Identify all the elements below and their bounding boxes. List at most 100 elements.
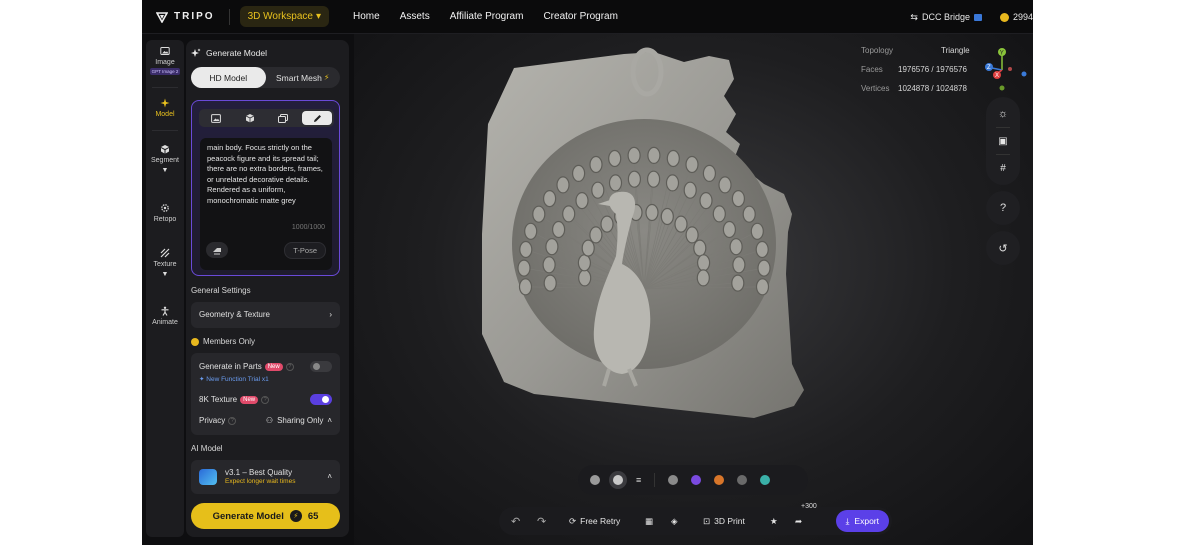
brand-logo[interactable]: TRIPO (156, 11, 215, 23)
rail-divider (152, 130, 178, 131)
rail-divider (152, 87, 178, 88)
nav-affiliate-program[interactable]: Affiliate Program (450, 11, 524, 22)
history-button[interactable]: ↺ (986, 231, 1020, 265)
feather-eye (556, 176, 570, 194)
prompt-assist-button[interactable] (206, 242, 228, 258)
workspace-dropdown[interactable]: 3D Workspace ▾ (239, 6, 329, 27)
texture-8k-title: 8K Texture New ? (199, 395, 270, 404)
3d-print-button[interactable]: ⊡ 3D Print (703, 516, 745, 527)
nav-creator-program[interactable]: Creator Program (543, 11, 617, 22)
prompt-textarea[interactable]: main body. Focus strictly on the peacock… (200, 138, 332, 270)
geometry-texture-label: Geometry & Texture (199, 310, 270, 319)
magic-eraser-icon (213, 247, 221, 254)
mode-3d-model[interactable] (235, 111, 265, 125)
generate-in-parts-toggle[interactable] (310, 361, 332, 372)
ar-view-icon[interactable]: ◈ (671, 516, 678, 527)
material-selected-swatch[interactable] (613, 475, 623, 485)
privacy-dropdown[interactable]: ⚇ Sharing Only ˄ (266, 416, 332, 425)
feather-eye (697, 254, 711, 272)
rail-item-texture[interactable]: Texture ▼ (146, 248, 184, 278)
redo-icon[interactable]: ↷ (537, 515, 546, 528)
help-icon[interactable]: ? (285, 362, 294, 371)
favorite-star-icon[interactable]: ★ (770, 516, 778, 527)
feather-eye (518, 278, 533, 296)
mode-text[interactable] (302, 111, 333, 125)
feather-eye (722, 220, 736, 239)
camera-icon[interactable]: ▣ (998, 128, 1007, 154)
view-tool-group: ☼ ▣ # (986, 97, 1020, 185)
prompt-text[interactable]: main body. Focus strictly on the peacock… (207, 143, 325, 206)
texture-8k-label: 8K Texture (199, 395, 238, 404)
tpose-button[interactable]: T-Pose (284, 242, 326, 259)
dcc-bridge-button[interactable]: ⇆ DCC Bridge (910, 12, 982, 23)
feather-eye (685, 155, 699, 174)
feather-eye (627, 170, 641, 188)
history-icon: ↺ (998, 242, 1008, 255)
generate-model-button[interactable]: Generate Model ⚡ 65 (191, 503, 340, 529)
privacy-value: Sharing Only (277, 416, 324, 425)
feather-eye (647, 170, 661, 188)
axis-gizmo[interactable]: Y Z X (982, 42, 1028, 92)
rail-label-retopo: Retopo (153, 216, 177, 223)
new-function-trial-label: New Function Trial x1 (206, 376, 269, 383)
rail-label-image: Image (155, 59, 175, 66)
action-bar: ↶ ↷ ⟳ Free Retry ▦ ◈ ⊡ 3D Print ★ ➦ +300… (499, 503, 892, 535)
feather-eye (732, 256, 746, 274)
rail-item-animate[interactable]: Animate (146, 306, 184, 326)
material-clay-swatch[interactable] (590, 475, 600, 485)
rail-item-segment[interactable]: Segment ▼ (146, 144, 184, 174)
feather-eye (543, 274, 557, 292)
undo-icon[interactable]: ↶ (511, 515, 520, 528)
lightning-icon: ⚡ (323, 73, 330, 82)
multi-image-icon (278, 113, 289, 123)
free-retry-button[interactable]: ⟳ Free Retry (569, 516, 620, 527)
texture-8k-toggle[interactable] (310, 394, 332, 405)
divider (228, 8, 230, 25)
chevron-down-icon[interactable]: ▼ (162, 167, 169, 174)
gpt-image-badge: GPT Image 2 (149, 68, 181, 75)
3d-viewport[interactable]: Topology Triangle Faces 1976576 / 1976576 … (354, 34, 1033, 545)
rail-label-model: Model (155, 111, 175, 118)
rail-item-retopo[interactable]: Retopo (146, 203, 184, 223)
mode-image[interactable] (201, 111, 231, 125)
lighting-sun-icon[interactable]: ☼ (998, 101, 1008, 127)
help-icon[interactable]: ? (261, 395, 270, 404)
mode-multi-image[interactable] (268, 111, 298, 125)
rail-item-model[interactable]: Model (146, 98, 184, 118)
credits-balance[interactable]: 2994 (999, 12, 1033, 22)
tab-smart-mesh[interactable]: Smart Mesh ⚡ (266, 67, 341, 88)
tab-hd-model[interactable]: HD Model (191, 67, 266, 88)
feather-eye (627, 146, 641, 165)
help-icon[interactable]: ? (228, 416, 237, 425)
material-purple-swatch[interactable] (691, 475, 702, 485)
prompt-section: main body. Focus strictly on the peacock… (191, 100, 340, 276)
chevron-up-icon: ˄ (327, 416, 332, 425)
share-icon[interactable]: ➦ (795, 516, 802, 527)
ai-model-selector[interactable]: v3.1 – Best Quality Expect longer wait t… (191, 460, 340, 494)
axis-z-label: Z (987, 65, 991, 71)
caret-down-icon: ▾ (315, 11, 321, 22)
nav-assets[interactable]: Assets (400, 11, 430, 22)
chevron-down-icon[interactable]: ▼ (162, 271, 169, 278)
feather-eye (685, 226, 699, 244)
model-thumbs-up-icon (199, 468, 217, 485)
help-button[interactable]: ? (986, 191, 1020, 225)
brand-name: TRIPO (174, 11, 215, 22)
feather-eye (666, 149, 680, 168)
topology-row: Topology Triangle (861, 41, 970, 60)
material-grey-swatch[interactable] (668, 475, 679, 485)
rail-item-image[interactable]: Image GPT Image 2 (146, 46, 184, 75)
material-dark-swatch[interactable] (737, 475, 748, 485)
nav-home[interactable]: Home (353, 11, 380, 22)
sparkle-icon (160, 98, 170, 108)
feather-eye (731, 190, 745, 208)
export-button[interactable]: ⤓ Export (835, 510, 889, 532)
geometry-texture-row[interactable]: Geometry & Texture › (191, 302, 340, 328)
gift-icon[interactable]: ▦ (645, 516, 653, 527)
material-teal-swatch[interactable] (760, 475, 771, 485)
crown-coin-icon (191, 337, 199, 346)
grid-icon[interactable]: # (1000, 155, 1006, 181)
sliders-icon[interactable]: ≡ (636, 475, 641, 485)
feather-eye (674, 215, 688, 233)
material-orange-swatch[interactable] (714, 475, 725, 485)
